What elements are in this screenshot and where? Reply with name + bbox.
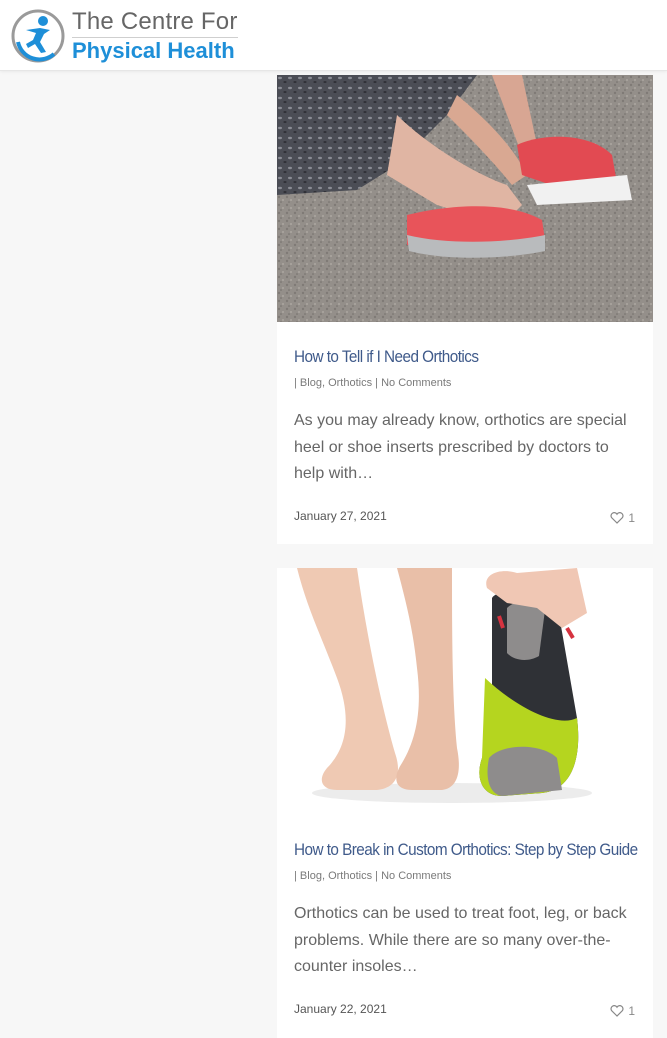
post-date: January 22, 2021 [294,1002,387,1016]
comments-link[interactable]: No Comments [381,377,451,389]
meta-separator: | [372,870,382,882]
like-count: 1 [628,1004,635,1018]
logo-line1: The Centre For [72,8,238,35]
logo-line2: Physical Health [72,37,238,62]
post-title-link[interactable]: How to Break in Custom Orthotics: Step b… [294,840,638,860]
comments-link[interactable]: No Comments [381,870,451,882]
heart-icon [610,1005,624,1017]
post-meta: | Blog, Orthotics | No Comments [294,870,451,882]
meta-separator: | [372,377,382,389]
post-meta: | Blog, Orthotics | No Comments [294,377,451,389]
post-excerpt: As you may already know, orthotics are s… [294,412,627,482]
blog-post-card: How to Break in Custom Orthotics: Step b… [277,568,653,1038]
site-header: The Centre For Physical Health [0,0,667,71]
post-image-insole-feet[interactable] [277,568,653,815]
post-excerpt: Orthotics can be used to treat foot, leg… [294,905,627,975]
like-button[interactable]: 1 [610,1004,635,1018]
blog-post-card: How to Tell if I Need Orthotics | Blog, … [277,75,653,544]
logo-text: The Centre For Physical Health [72,10,238,62]
like-count: 1 [628,511,635,525]
category-link-blog[interactable]: Blog [300,870,322,882]
post-date: January 27, 2021 [294,509,387,523]
like-button[interactable]: 1 [610,511,635,525]
post-title-link[interactable]: How to Tell if I Need Orthotics [294,347,479,367]
site-logo[interactable]: The Centre For Physical Health [10,7,238,65]
logo-figure-icon [11,9,65,63]
post-image-sneaker-foot[interactable] [277,75,653,322]
heart-icon [610,512,624,524]
category-link-orthotics[interactable]: Orthotics [328,377,372,389]
category-link-blog[interactable]: Blog [300,377,322,389]
category-link-orthotics[interactable]: Orthotics [328,870,372,882]
